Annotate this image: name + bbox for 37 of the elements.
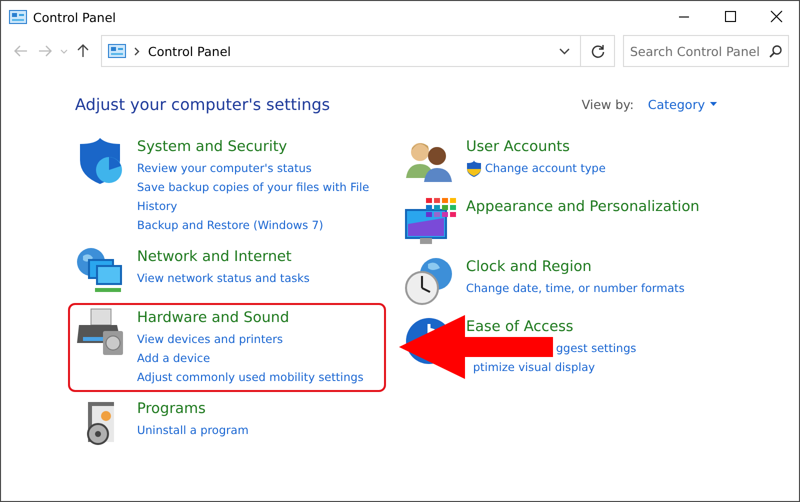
category-link[interactable]: View devices and printers (137, 330, 283, 349)
window-title: Control Panel (33, 10, 116, 24)
search-field[interactable]: Search Control Panel (630, 44, 760, 58)
address-bar[interactable]: Control Panel (101, 35, 581, 67)
category-link[interactable]: Change date, time, or number formats (466, 279, 685, 298)
search-icon (769, 44, 782, 58)
category-title[interactable]: User Accounts (466, 137, 570, 158)
category-link[interactable]: ptimize visual display (473, 358, 595, 377)
category-link[interactable]: Uninstall a program (137, 421, 249, 440)
up-arrow-icon[interactable] (77, 44, 89, 58)
view-by-label: View by: (582, 96, 634, 112)
display-icon (404, 196, 456, 246)
caret-icon (710, 102, 717, 106)
category-title[interactable]: Programs (137, 399, 206, 420)
category-link[interactable]: Save backup copies of your files with File History (137, 178, 377, 216)
category-title[interactable]: Hardware and Sound (137, 308, 290, 329)
view-by-dropdown[interactable]: Category (648, 96, 717, 112)
category-link[interactable]: Add a device (137, 349, 210, 368)
category-title[interactable]: Network and Internet (137, 247, 292, 268)
category-title[interactable]: Ease of Access (466, 317, 574, 338)
page-heading: Adjust your computer's settings (75, 94, 330, 114)
shield-icon (466, 160, 482, 177)
control-panel-icon (9, 10, 27, 24)
refresh-icon[interactable] (590, 44, 604, 58)
category-title[interactable]: Appearance and Personalization (466, 197, 700, 218)
chevron-icon (134, 46, 140, 56)
category-title[interactable]: Clock and Region (466, 257, 592, 278)
category-link[interactable]: Review your computer's status (137, 159, 312, 178)
category-link[interactable]: Adjust commonly used mobility settings (137, 368, 364, 387)
category-link[interactable]: ggest settings (556, 339, 636, 358)
category-link[interactable]: Change account type (466, 159, 606, 178)
control-panel-icon (108, 44, 126, 58)
category-link[interactable]: Backup and Restore (Windows 7) (137, 216, 324, 235)
dropdown-icon[interactable] (559, 48, 570, 54)
category-title[interactable]: System and Security (137, 137, 288, 158)
category-link[interactable]: View network status and tasks (137, 269, 310, 288)
search-box[interactable]: Search Control Panel (623, 35, 789, 67)
